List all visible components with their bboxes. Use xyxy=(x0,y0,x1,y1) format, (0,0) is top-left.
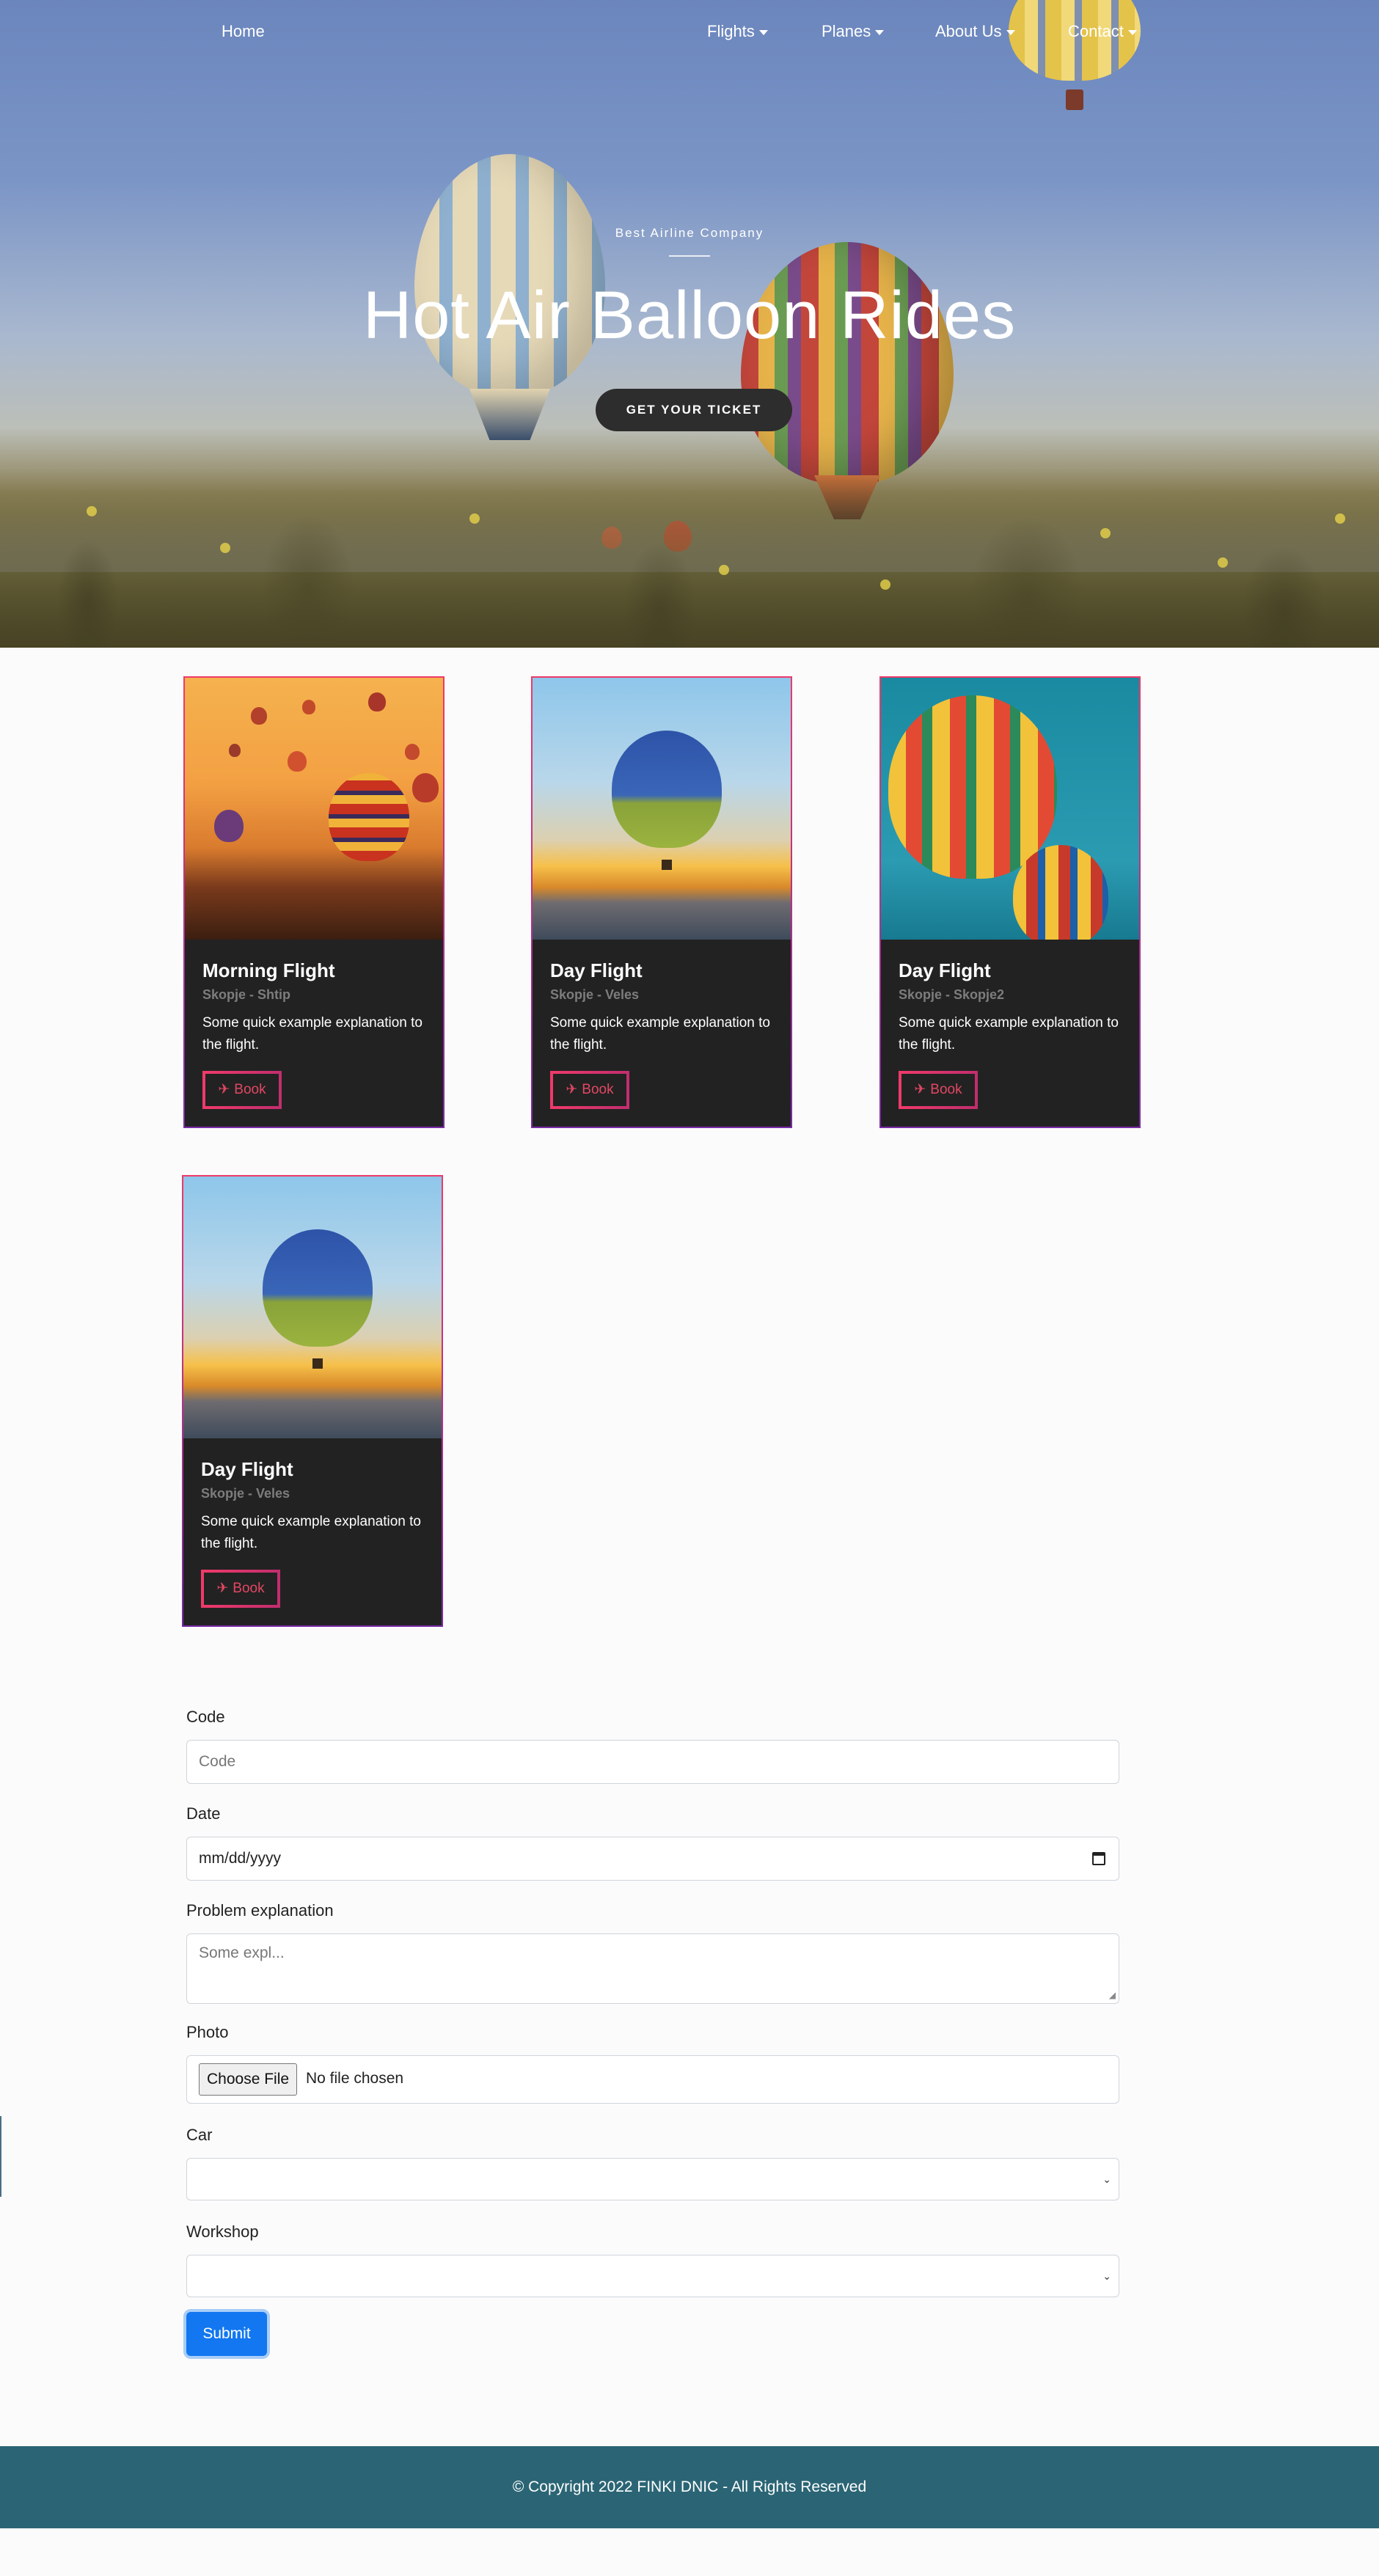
card-route: Skopje - Veles xyxy=(550,987,640,1002)
hero-subtitle: Best Airline Company xyxy=(615,226,764,240)
card-description: Some quick example explanation to the fl… xyxy=(201,1514,421,1551)
nav-contact-dropdown[interactable]: Contact xyxy=(1068,22,1137,41)
nav-about-label: About Us xyxy=(935,22,1002,40)
caret-down-icon xyxy=(1127,29,1137,35)
flight-image xyxy=(183,1177,442,1438)
book-label: Book xyxy=(582,1082,614,1097)
problem-placeholder: Some expl... xyxy=(199,1944,285,1961)
caret-down-icon xyxy=(758,29,768,35)
nav-contact-label: Contact xyxy=(1068,22,1124,40)
plane-icon: ✈ xyxy=(216,1581,229,1596)
book-button[interactable]: ✈ Book xyxy=(550,1071,629,1109)
book-button[interactable]: ✈ Book xyxy=(899,1071,978,1109)
top-navbar: Home Flights Planes About Us Contact xyxy=(0,0,1379,66)
nav-flights-label: Flights xyxy=(707,22,755,40)
left-edge-marker xyxy=(0,2116,1,2197)
card-route: Skopje - Shtip xyxy=(202,987,291,1002)
code-label: Code xyxy=(186,1708,225,1726)
problem-label: Problem explanation xyxy=(186,1901,334,1920)
get-ticket-button[interactable]: GET YOUR TICKET xyxy=(596,389,792,431)
card-title: Day Flight xyxy=(899,959,991,981)
nav-planes-label: Planes xyxy=(822,22,871,40)
card-title: Morning Flight xyxy=(202,959,335,981)
book-label: Book xyxy=(233,1581,265,1596)
problem-textarea[interactable]: Some expl... ◢ xyxy=(186,1933,1119,2004)
hero-title: Hot Air Balloon Rides xyxy=(362,278,1017,353)
date-placeholder: mm/dd/yyyy xyxy=(199,1850,282,1867)
nav-home-link[interactable]: Home xyxy=(222,22,265,41)
flight-image xyxy=(881,678,1139,940)
card-description: Some quick example explanation to the fl… xyxy=(899,1015,1119,1053)
car-select[interactable]: ⌄ xyxy=(186,2158,1119,2200)
chevron-down-icon: ⌄ xyxy=(1102,2270,1111,2282)
card-title: Day Flight xyxy=(201,1458,293,1480)
hero-divider xyxy=(669,255,710,257)
car-label: Car xyxy=(186,2126,213,2144)
submit-button[interactable]: Submit xyxy=(186,2312,267,2356)
book-label: Book xyxy=(234,1082,266,1097)
hero-grass xyxy=(0,469,1379,648)
nav-about-dropdown[interactable]: About Us xyxy=(935,22,1015,41)
choose-file-button[interactable]: Choose File xyxy=(199,2063,298,2096)
calendar-icon[interactable] xyxy=(1092,1852,1105,1865)
plane-icon: ✈ xyxy=(566,1082,578,1097)
flight-card: Day Flight Skopje - Veles Some quick exa… xyxy=(531,676,792,1128)
code-placeholder: Code xyxy=(199,1753,236,1770)
code-input[interactable]: Code xyxy=(186,1740,1119,1784)
flight-card: Day Flight Skopje - Skopje2 Some quick e… xyxy=(879,676,1141,1128)
book-button[interactable]: ✈ Book xyxy=(202,1071,282,1109)
card-route: Skopje - Veles xyxy=(201,1486,290,1501)
photo-label: Photo xyxy=(186,2023,229,2041)
copyright-text: © Copyright 2022 FINKI DNIC - All Rights… xyxy=(512,2478,867,2495)
workshop-select[interactable]: ⌄ xyxy=(186,2255,1119,2297)
book-button[interactable]: ✈ Book xyxy=(201,1570,280,1608)
footer: © Copyright 2022 FINKI DNIC - All Rights… xyxy=(0,2446,1379,2528)
plane-icon: ✈ xyxy=(218,1082,230,1097)
hero-section: Home Flights Planes About Us Contact Bes… xyxy=(0,0,1379,648)
flight-card: Morning Flight Skopje - Shtip Some quick… xyxy=(183,676,445,1128)
chevron-down-icon: ⌄ xyxy=(1102,2173,1111,2185)
workshop-label: Workshop xyxy=(186,2222,259,2241)
photo-file-input[interactable]: Choose File No file chosen xyxy=(186,2055,1119,2104)
flight-card: Day Flight Skopje - Veles Some quick exa… xyxy=(182,1175,443,1627)
card-description: Some quick example explanation to the fl… xyxy=(202,1015,423,1053)
caret-down-icon xyxy=(875,29,885,35)
date-label: Date xyxy=(186,1804,221,1823)
date-input[interactable]: mm/dd/yyyy xyxy=(186,1837,1119,1881)
flight-image xyxy=(185,678,443,940)
card-description: Some quick example explanation to the fl… xyxy=(550,1015,770,1053)
nav-flights-dropdown[interactable]: Flights xyxy=(707,22,768,41)
nav-home-label: Home xyxy=(222,22,265,40)
hero-balloon-left xyxy=(414,154,605,440)
no-file-text: No file chosen xyxy=(306,2070,404,2087)
caret-down-icon xyxy=(1006,29,1015,35)
card-route: Skopje - Skopje2 xyxy=(899,987,1005,1002)
resize-handle-icon[interactable]: ◢ xyxy=(1109,1990,1116,2000)
nav-planes-dropdown[interactable]: Planes xyxy=(822,22,885,41)
flight-image xyxy=(533,678,791,940)
book-label: Book xyxy=(930,1082,962,1097)
plane-icon: ✈ xyxy=(914,1082,926,1097)
card-title: Day Flight xyxy=(550,959,643,981)
